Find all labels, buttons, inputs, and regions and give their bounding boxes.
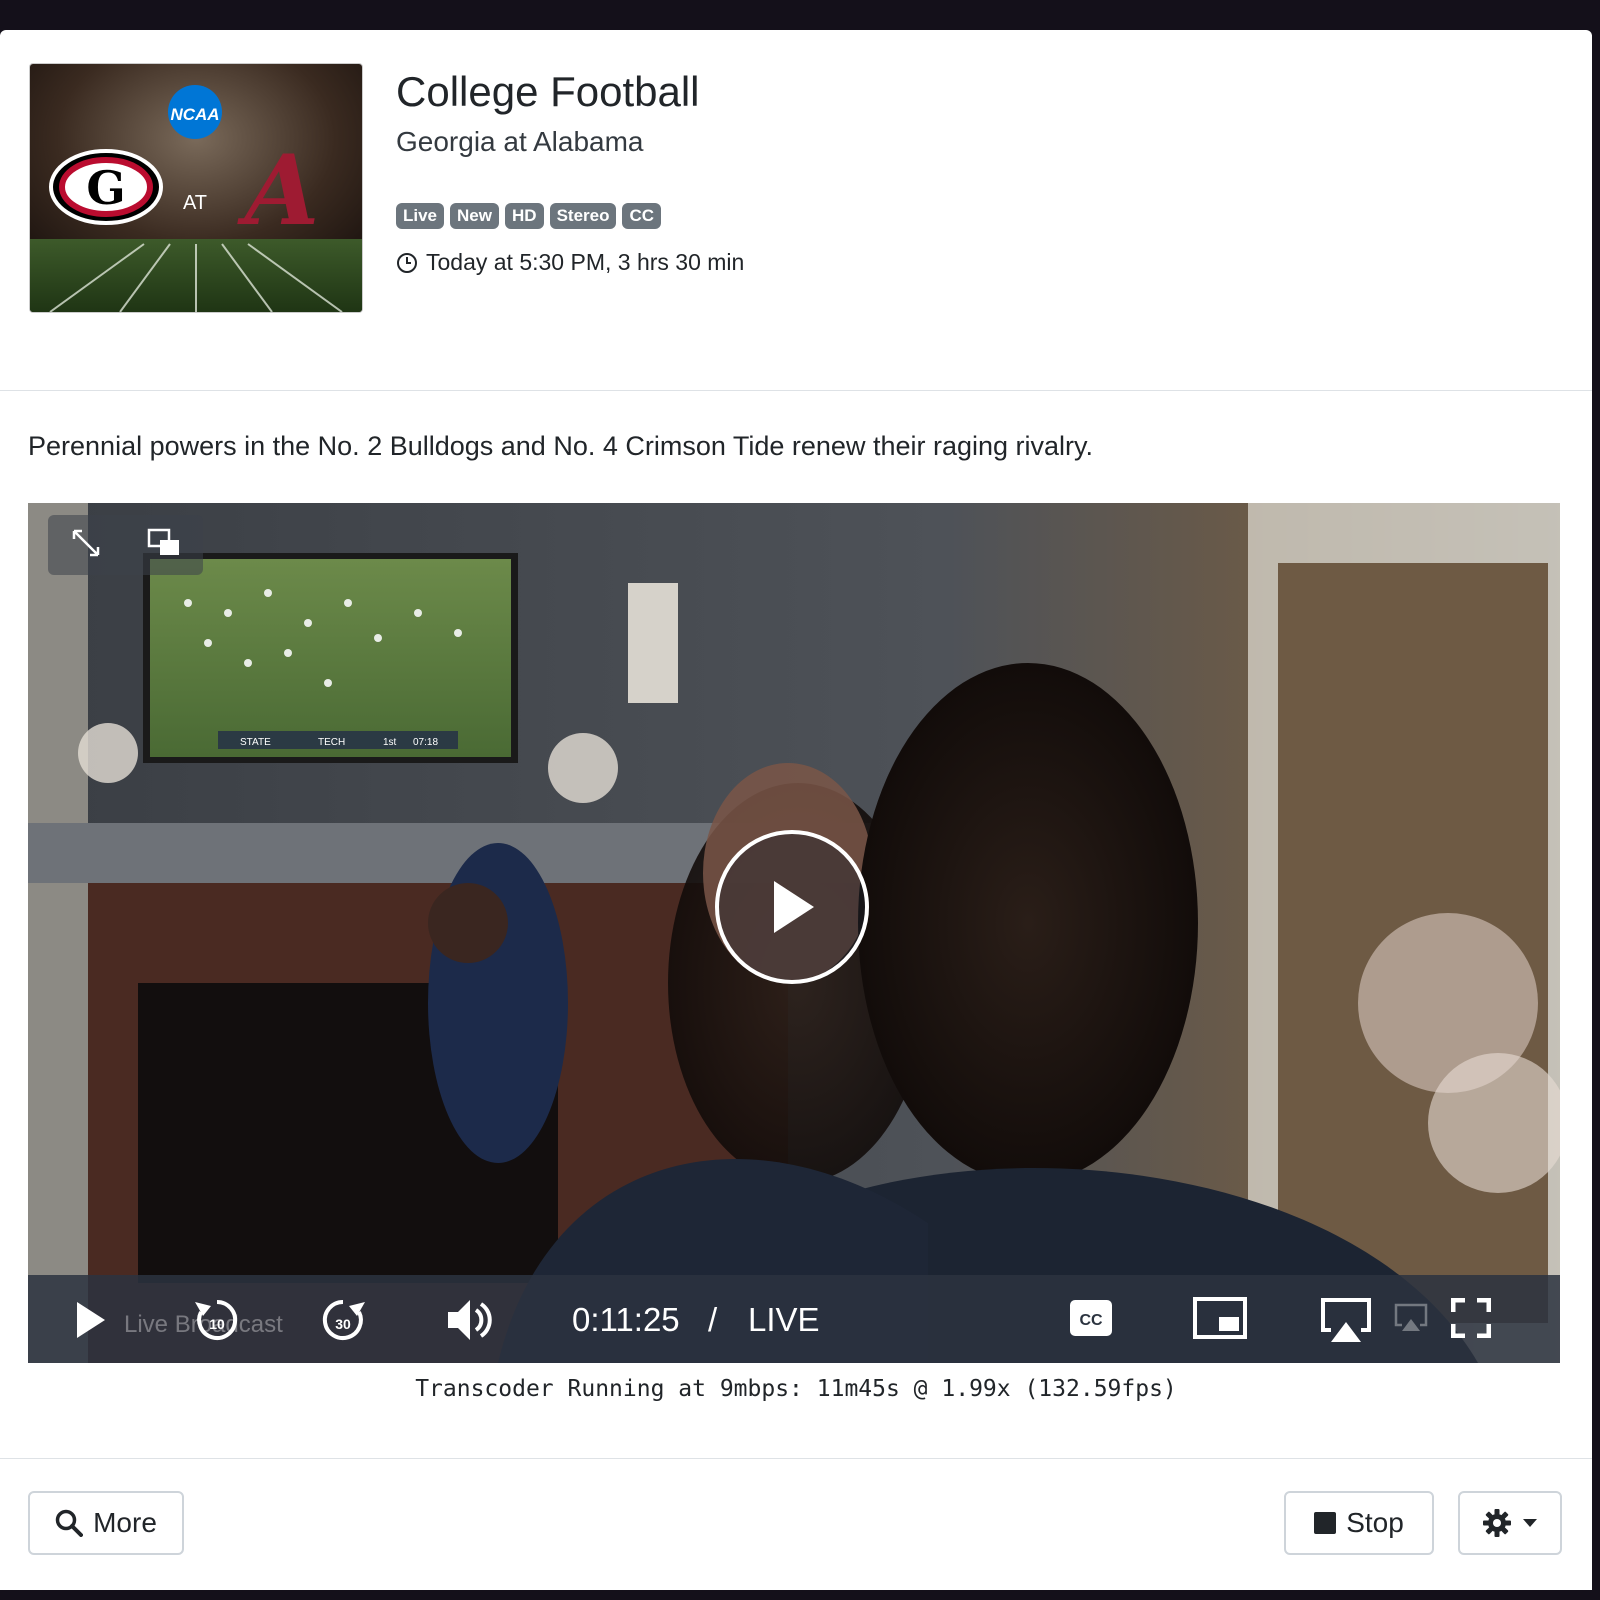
badge-cc: CC [622, 203, 662, 229]
gear-icon [1483, 1509, 1511, 1537]
badge-new: New [450, 203, 499, 229]
badge-hd: HD [505, 203, 544, 229]
program-description: Perennial powers in the No. 2 Bulldogs a… [28, 431, 1094, 461]
tv-score-clock: 07:18 [413, 737, 438, 748]
modal-footer: More Stop [0, 1458, 1592, 1591]
player-top-tools [48, 515, 203, 575]
backdrop-strip [1592, 30, 1600, 110]
settings-dropdown-button[interactable] [1458, 1491, 1562, 1555]
ncaa-logo-text: NCAA [170, 105, 219, 124]
stop-button[interactable]: Stop [1284, 1491, 1434, 1555]
video-player[interactable]: STATE TECH 1st 07:18 Live Broadcast 10 3… [28, 503, 1560, 1363]
forward-icon: 30 [322, 1299, 365, 1340]
program-modal: NCAA G AT A College Football Georgia at … [0, 30, 1592, 1590]
georgia-logo-letter: G [86, 161, 125, 215]
airplay-button[interactable] [1318, 1295, 1374, 1345]
volume-button[interactable] [442, 1295, 496, 1345]
cast-icon [1394, 1303, 1428, 1331]
current-time: 0:11:25 [572, 1301, 680, 1338]
live-indicator: LIVE [748, 1301, 820, 1338]
clock-icon [397, 252, 417, 273]
modal-header: NCAA G AT A College Football Georgia at … [0, 30, 1592, 391]
more-button-label: More [93, 1507, 157, 1538]
more-button[interactable]: More [28, 1491, 184, 1555]
picture-in-picture-button[interactable] [1192, 1295, 1248, 1341]
badge-live: Live [396, 203, 445, 229]
window-top-bar [0, 0, 1600, 30]
play-icon [774, 881, 814, 933]
airtime-row: Today at 5:30 PM, 3 hrs 30 min [396, 249, 744, 276]
stop-button-label: Stop [1346, 1507, 1404, 1538]
play-icon [77, 1302, 105, 1338]
control-bar: Live Broadcast 10 30 0:11:25 / LIVE CC [28, 1275, 1560, 1363]
expand-icon[interactable] [70, 527, 102, 564]
badge-stereo: Stereo [549, 203, 617, 229]
alabama-logo-letter: A [237, 134, 319, 247]
airplay-icon [1321, 1298, 1371, 1342]
transcoder-status: Transcoder Running at 9mbps: 11m45s @ 1.… [415, 1376, 1177, 1402]
tv-score-quarter: 1st [383, 737, 397, 748]
svg-text:10: 10 [209, 1316, 225, 1332]
stop-square-icon [1314, 1512, 1337, 1534]
fullscreen-button[interactable] [1448, 1295, 1494, 1341]
badge-list: Live New HD Stereo CC [396, 203, 662, 229]
matchup-at-text: AT [183, 192, 207, 214]
rewind-icon: 10 [195, 1299, 238, 1340]
program-title: College Football [396, 68, 700, 115]
program-thumbnail: NCAA G AT A [29, 63, 363, 313]
play-button[interactable] [68, 1295, 112, 1345]
captions-button[interactable]: CC [1068, 1295, 1114, 1341]
svg-text:30: 30 [335, 1316, 351, 1332]
popout-icon[interactable] [147, 528, 181, 563]
tv-score-home: STATE [240, 737, 271, 748]
time-separator: / [708, 1301, 718, 1338]
fullscreen-icon [1451, 1298, 1491, 1338]
tv-score-away: TECH [318, 737, 345, 748]
svg-text:CC: CC [1079, 1312, 1103, 1329]
cast-button[interactable] [1393, 1295, 1429, 1341]
search-icon [55, 1509, 84, 1537]
pip-icon [1193, 1297, 1247, 1339]
forward-button[interactable]: 30 [318, 1295, 368, 1345]
captions-icon: CC [1070, 1300, 1112, 1336]
caret-down-icon [1523, 1519, 1537, 1527]
rewind-button[interactable]: 10 [192, 1295, 242, 1345]
program-subtitle: Georgia at Alabama [396, 126, 644, 157]
volume-icon [448, 1300, 492, 1340]
airtime-text: Today at 5:30 PM, 3 hrs 30 min [426, 249, 745, 275]
big-play-button[interactable] [715, 830, 869, 984]
